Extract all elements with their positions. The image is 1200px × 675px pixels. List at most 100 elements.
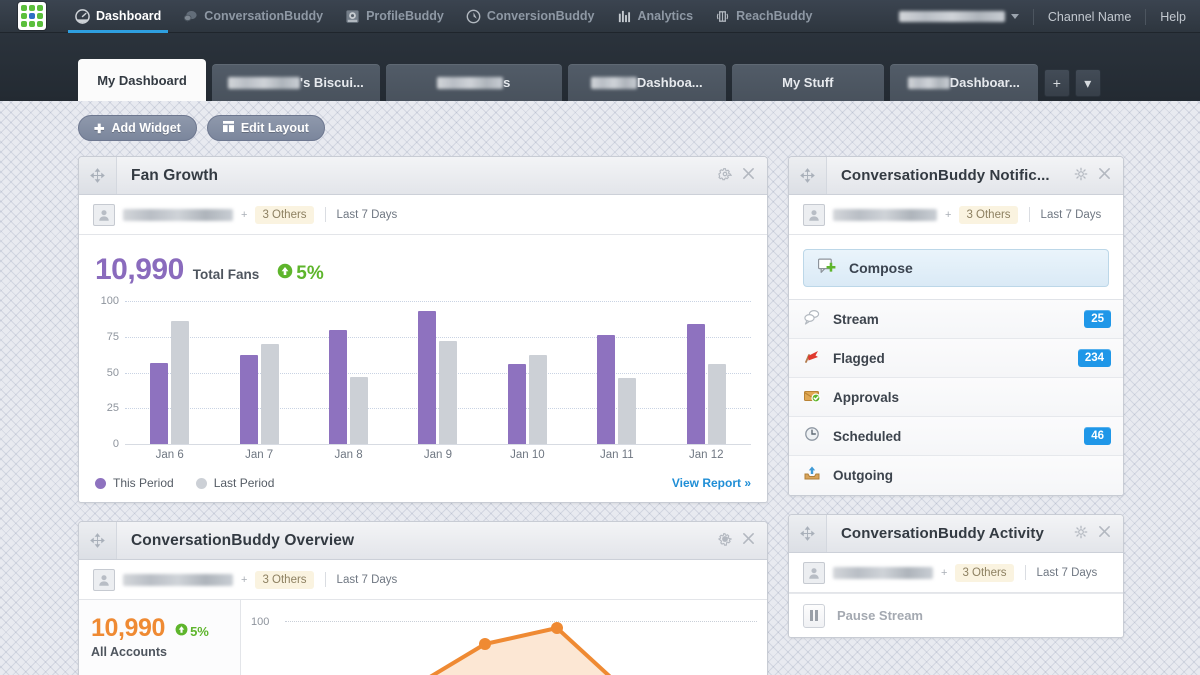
gear-icon[interactable]	[1074, 525, 1088, 543]
bar[interactable]	[171, 321, 190, 444]
tab-label: 's Biscui...	[300, 75, 364, 90]
date-range-label[interactable]: Last 7 Days	[1037, 567, 1098, 579]
divider	[1024, 565, 1026, 580]
others-chip[interactable]: 3 Others	[255, 205, 314, 224]
tab-overflow-button[interactable]: ▾	[1074, 69, 1101, 97]
plot-area	[125, 301, 751, 445]
plus-label: +	[241, 573, 248, 586]
bar[interactable]	[418, 311, 437, 444]
edit-layout-button[interactable]: Edit Layout	[206, 115, 325, 141]
tab-redacted-2[interactable]: s	[385, 64, 562, 101]
account-name-redacted[interactable]	[123, 573, 233, 586]
account-name-redacted[interactable]	[833, 208, 937, 221]
help-link[interactable]: Help	[1160, 10, 1186, 24]
widget-header: ConversationBuddy Activity	[789, 515, 1123, 553]
tab-my-stuff[interactable]: My Stuff	[731, 64, 884, 101]
x-tick: Jan 7	[245, 449, 274, 461]
bar[interactable]	[350, 376, 369, 444]
tab-redacted-1[interactable]: 's Biscui...	[212, 64, 380, 101]
arrow-up-circle-icon	[175, 623, 188, 639]
notification-row-flagged[interactable]: Flagged 234	[789, 339, 1123, 378]
bar-group	[483, 301, 572, 444]
nav-item-conversationbuddy[interactable]: ConversationBuddy	[172, 0, 334, 33]
drag-handle-icon[interactable]	[79, 522, 117, 559]
overview-total-value: 10,990	[91, 614, 166, 642]
divider	[1145, 8, 1147, 25]
avatar	[803, 203, 825, 226]
bar[interactable]	[597, 335, 616, 444]
add-widget-button[interactable]: ✚ Add Widget	[78, 115, 197, 141]
others-chip[interactable]: 3 Others	[959, 205, 1018, 224]
notification-row-outgoing[interactable]: Outgoing	[789, 456, 1123, 495]
widget-account-bar: + 3 Others Last 7 Days	[789, 553, 1123, 593]
chevron-down-icon[interactable]	[1010, 14, 1019, 19]
drag-handle-icon[interactable]	[79, 157, 117, 194]
bar[interactable]	[686, 323, 705, 444]
notification-label: Flagged	[833, 350, 885, 366]
bar[interactable]	[239, 355, 258, 444]
account-name-redacted[interactable]	[833, 566, 933, 579]
notification-row-approvals[interactable]: Approvals	[789, 378, 1123, 417]
tab-redacted-4[interactable]: Dashboar...	[889, 64, 1038, 101]
y-tick: 100	[100, 295, 119, 307]
widget-header: Fan Growth	[79, 157, 767, 195]
add-tab-button[interactable]: +	[1043, 69, 1070, 97]
bar[interactable]	[329, 329, 348, 444]
drag-handle-icon[interactable]	[789, 515, 827, 552]
nav-item-dashboard[interactable]: Dashboard	[64, 0, 172, 33]
notification-row-stream[interactable]: Stream 25	[789, 300, 1123, 339]
bar[interactable]	[528, 355, 547, 444]
divider	[324, 572, 326, 587]
pause-stream-row[interactable]: Pause Stream	[789, 593, 1123, 637]
notification-label: Outgoing	[833, 468, 893, 483]
bar[interactable]	[439, 341, 458, 444]
y-tick: 25	[106, 402, 119, 415]
logo-dot	[29, 21, 35, 27]
tab-label: My Dashboard	[97, 72, 187, 88]
close-icon[interactable]	[1098, 167, 1111, 184]
widget-conversationbuddy-notifications: ConversationBuddy Notific... + 3 Others …	[788, 156, 1124, 496]
date-range-label[interactable]: Last 7 Days	[337, 209, 398, 221]
fan-growth-chart: 100 75 50 25 0 Jan 6 Jan 7 Jan 8Jan 9 Ja…	[95, 295, 751, 466]
bar[interactable]	[150, 362, 169, 444]
close-icon[interactable]	[742, 167, 755, 184]
x-tick: Jan 6	[155, 449, 184, 461]
gear-icon[interactable]	[718, 167, 733, 185]
fan-growth-delta: 5%	[277, 263, 324, 285]
nav-label: Dashboard	[96, 9, 162, 23]
overview-summary: 10,990 5% All Accounts	[79, 600, 241, 675]
pause-icon[interactable]	[803, 603, 825, 628]
channel-name-link[interactable]: Channel Name	[1048, 10, 1131, 24]
legend-item-this-period[interactable]: This Period	[95, 476, 174, 490]
account-name-redacted[interactable]	[123, 208, 233, 221]
overview-body: 10,990 5% All Accounts 100	[79, 600, 767, 675]
bar[interactable]	[260, 343, 279, 444]
nav-item-conversionbuddy[interactable]: ConversionBuddy	[455, 0, 606, 33]
bar[interactable]	[618, 378, 637, 444]
drag-handle-icon[interactable]	[789, 157, 827, 194]
tab-redacted-3[interactable]: Dashboa...	[567, 64, 726, 101]
date-range-label[interactable]: Last 7 Days	[337, 574, 398, 586]
close-icon[interactable]	[1098, 525, 1111, 542]
close-icon[interactable]	[742, 532, 755, 549]
bar[interactable]	[507, 363, 526, 444]
tab-my-dashboard[interactable]: My Dashboard	[78, 59, 206, 101]
speech-bubble-icon	[183, 9, 198, 24]
bar[interactable]	[707, 363, 726, 444]
account-name-redacted[interactable]	[898, 11, 1005, 22]
left-column: Fan Growth + 3 Others Last 7 Days 10,990…	[78, 156, 768, 675]
others-chip[interactable]: 3 Others	[955, 563, 1014, 582]
date-range-label[interactable]: Last 7 Days	[1041, 209, 1102, 221]
compose-button[interactable]: Compose	[803, 249, 1109, 287]
nav-item-reachbuddy[interactable]: ReachBuddy	[704, 0, 823, 33]
gear-icon[interactable]	[1074, 167, 1088, 185]
legend-item-last-period[interactable]: Last Period	[195, 476, 274, 490]
view-report-link[interactable]: View Report »	[672, 476, 751, 490]
data-point	[479, 638, 491, 650]
gear-icon[interactable]	[717, 532, 733, 550]
nav-item-profilebuddy[interactable]: ProfileBuddy	[334, 0, 455, 33]
notification-row-scheduled[interactable]: Scheduled 46	[789, 417, 1123, 456]
nav-item-analytics[interactable]: Analytics	[606, 0, 705, 33]
others-chip[interactable]: 3 Others	[255, 570, 314, 589]
app-logo[interactable]	[18, 2, 46, 30]
